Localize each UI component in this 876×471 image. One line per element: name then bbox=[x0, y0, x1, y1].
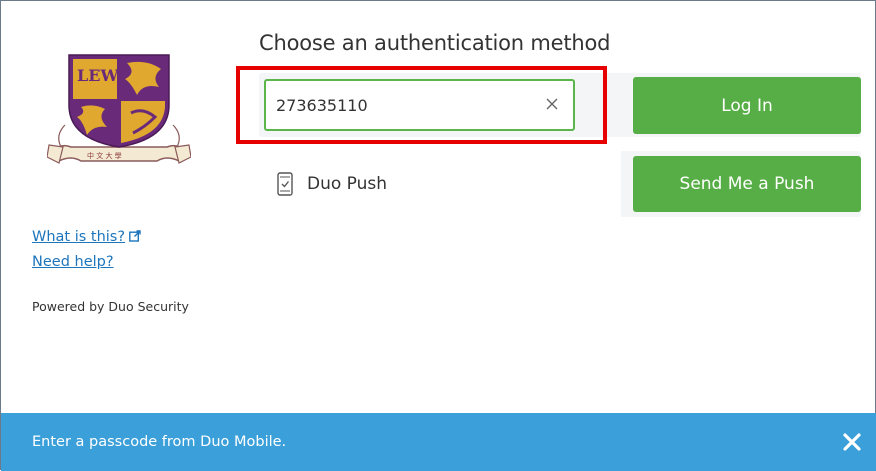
send-push-button[interactable]: Send Me a Push bbox=[633, 156, 861, 212]
log-in-button[interactable]: Log In bbox=[633, 77, 861, 134]
powered-by-text: Powered by Duo Security bbox=[32, 299, 189, 314]
duo-auth-frame: 中 文 大 學 LEW What is this? Need help? Pow… bbox=[0, 0, 876, 471]
sidebar: 中 文 大 學 LEW What is this? Need help? Pow… bbox=[1, 1, 249, 413]
svg-text:中 文 大 學: 中 文 大 學 bbox=[87, 151, 122, 160]
status-bar: Enter a passcode from Duo Mobile. bbox=[1, 413, 876, 471]
status-message: Enter a passcode from Duo Mobile. bbox=[32, 434, 287, 450]
external-link-icon bbox=[129, 230, 141, 242]
passcode-field-wrapper bbox=[264, 79, 575, 131]
duo-push-row: Duo Push Send Me a Push bbox=[259, 151, 861, 217]
svg-text:LEW: LEW bbox=[77, 66, 119, 85]
close-icon[interactable] bbox=[843, 433, 861, 451]
what-is-this-link[interactable]: What is this? bbox=[32, 225, 141, 250]
duo-push-label: Duo Push bbox=[307, 174, 388, 194]
help-links: What is this? Need help? bbox=[32, 225, 141, 275]
need-help-link[interactable]: Need help? bbox=[32, 250, 141, 275]
passcode-input[interactable] bbox=[266, 81, 573, 129]
page-title: Choose an authentication method bbox=[259, 31, 611, 55]
clear-x-icon[interactable] bbox=[545, 97, 559, 111]
passcode-row: Log In bbox=[259, 73, 861, 137]
duo-push-option: Duo Push bbox=[259, 151, 621, 217]
what-is-this-label: What is this? bbox=[32, 229, 126, 245]
university-crest-logo: 中 文 大 學 LEW bbox=[46, 47, 192, 179]
mobile-phone-icon bbox=[277, 172, 293, 196]
